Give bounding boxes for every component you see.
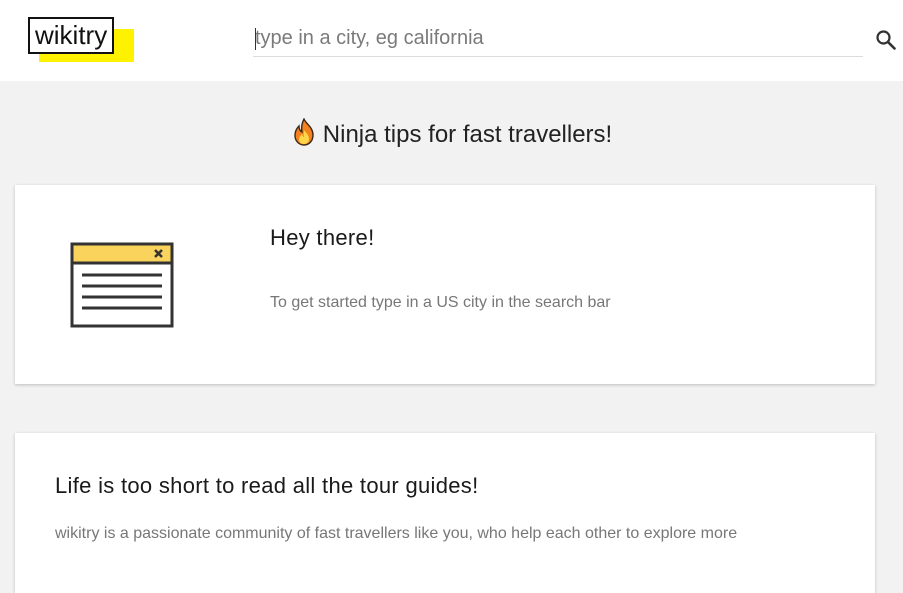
intro-card: Hey there! To get started type in a US c… xyxy=(15,185,875,384)
logo-text: wikitry xyxy=(28,17,115,54)
browser-window-icon xyxy=(70,242,174,333)
search-icon[interactable] xyxy=(874,28,898,52)
tips-title-text: Ninja tips for fast travellers! xyxy=(322,121,613,148)
top-bar: wikitry xyxy=(0,0,903,81)
tips-heading: Ninja tips for fast travellers! xyxy=(0,117,903,153)
search-bar xyxy=(253,20,863,57)
about-card: Life is too short to read all the tour g… xyxy=(15,433,875,593)
card-text: To get started type in a US city in the … xyxy=(270,294,611,311)
fire-icon xyxy=(291,117,317,153)
card-heading: Hey there! xyxy=(270,225,375,250)
logo[interactable]: wikitry xyxy=(28,17,134,62)
text-cursor xyxy=(255,28,256,50)
card-text: wikitry is a passionate community of fas… xyxy=(55,525,738,542)
search-input[interactable] xyxy=(253,20,855,56)
card-heading: Life is too short to read all the tour g… xyxy=(55,473,479,498)
